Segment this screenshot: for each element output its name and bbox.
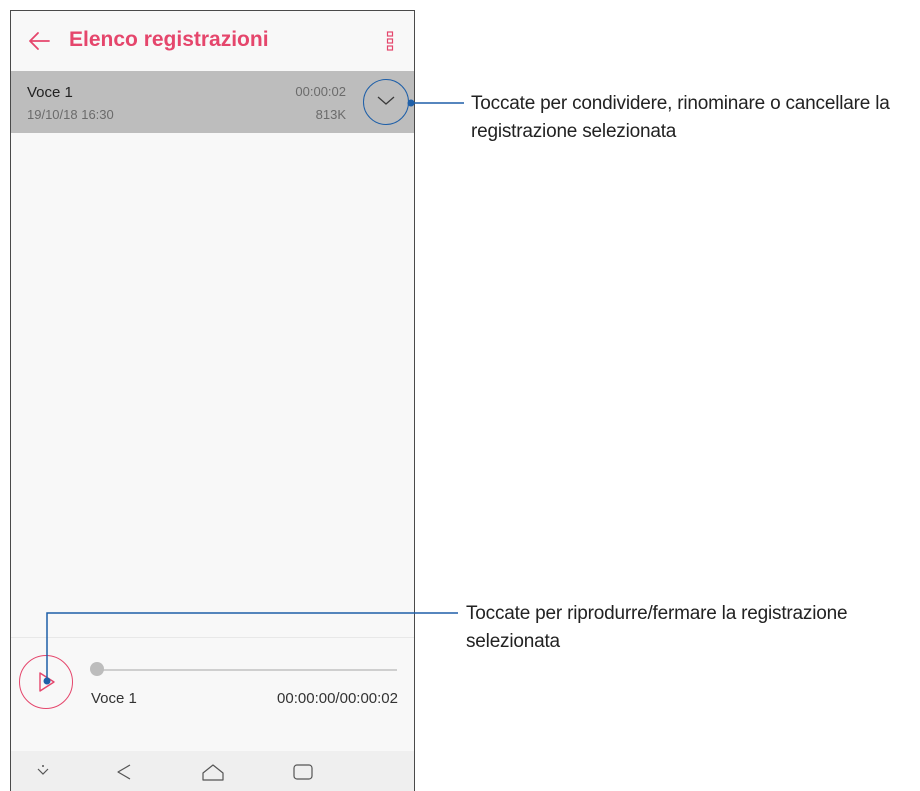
- play-icon: [39, 672, 55, 692]
- play-button[interactable]: [19, 655, 73, 709]
- chevron-down-icon: [377, 96, 395, 105]
- recording-list-item[interactable]: Voce 1 19/10/18 16:30 00:00:02 813K: [11, 71, 414, 133]
- recording-name: Voce 1: [27, 84, 73, 101]
- back-triangle-icon[interactable]: [115, 763, 133, 781]
- arrow-left-icon[interactable]: [27, 29, 51, 53]
- phone-screen: Elenco registrazioni Voce 1 19/10/18 16:…: [10, 10, 415, 791]
- audio-player: Voce 1 00:00:00/00:00:02: [11, 637, 414, 751]
- recording-duration: 00:00:02: [295, 84, 346, 99]
- recording-date: 19/10/18 16:30: [27, 107, 114, 122]
- play-callout-line1: Toccate per riprodurre/fermare la regist…: [466, 603, 848, 624]
- progress-thumb[interactable]: [90, 662, 104, 676]
- expand-callout-line2: registrazione selezionata: [471, 121, 677, 142]
- more-vertical-icon[interactable]: [386, 29, 394, 53]
- progress-track[interactable]: [97, 669, 397, 671]
- page-title: Elenco registrazioni: [69, 28, 269, 51]
- recent-apps-icon[interactable]: [292, 763, 314, 781]
- expand-callout-line1: Toccate per condividere, rinominare o ca…: [471, 93, 890, 114]
- hide-nav-icon[interactable]: [35, 763, 51, 779]
- player-track-name: Voce 1: [91, 690, 137, 707]
- system-nav-bar: [11, 751, 414, 791]
- recording-size: 813K: [315, 107, 346, 122]
- app-bar: Elenco registrazioni: [11, 11, 414, 71]
- player-time: 00:00:00/00:00:02: [277, 690, 398, 707]
- expand-options-button[interactable]: [363, 79, 409, 125]
- expand-callout: Toccate per condividere, rinominare o ca…: [471, 90, 890, 146]
- home-icon[interactable]: [201, 763, 225, 781]
- play-callout: Toccate per riprodurre/fermare la regist…: [466, 600, 848, 656]
- play-callout-line2: selezionata: [466, 631, 560, 652]
